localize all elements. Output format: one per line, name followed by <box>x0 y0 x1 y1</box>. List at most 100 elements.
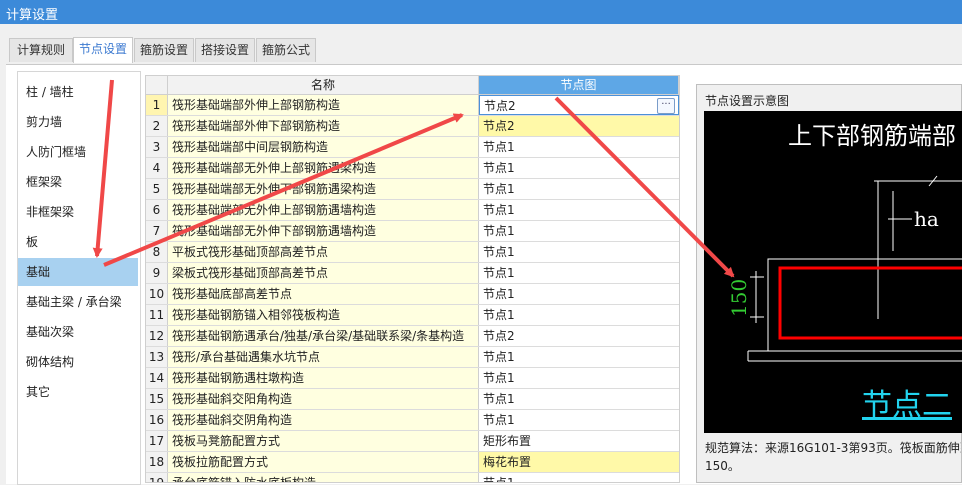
sidebar-item-frame-beam[interactable]: 框架梁 <box>18 168 138 196</box>
sidebar-item-foundation-secondary-beam[interactable]: 基础次梁 <box>18 318 138 346</box>
more-options-icon[interactable]: ··· <box>657 98 675 114</box>
node-diagram: 上下部钢筋端部 ha 150 节点二 <box>704 111 962 433</box>
table-row[interactable]: 19 承台底筋锚入防水底板构造 节点1 <box>146 473 679 482</box>
row-name-cell: 平板式筏形基础顶部高差节点 <box>168 242 479 262</box>
sidebar-item-civil-defense-door-wall[interactable]: 人防门框墙 <box>18 138 138 166</box>
row-node-cell[interactable]: 节点2 <box>479 326 679 346</box>
row-node-cell[interactable]: 节点1 <box>479 347 679 367</box>
sidebar-item-foundation-main-beam[interactable]: 基础主梁 / 承台梁 <box>18 288 138 316</box>
row-node-cell[interactable]: 节点1 <box>479 221 679 241</box>
table-row[interactable]: 7 筏形基础端部无外伸下部钢筋遇墙构造 节点1 <box>146 221 679 242</box>
diagram-rebar <box>778 266 962 340</box>
row-number: 11 <box>146 305 168 325</box>
row-node-value: 节点1 <box>483 350 515 364</box>
sidebar: 柱 / 墙柱 剪力墙 人防门框墙 框架梁 非框架梁 板 基础 基础主梁 / 承台… <box>17 71 141 485</box>
row-name-cell: 梁板式筏形基础顶部高差节点 <box>168 263 479 283</box>
row-number: 5 <box>146 179 168 199</box>
table-row[interactable]: 9 梁板式筏形基础顶部高差节点 节点1 <box>146 263 679 284</box>
row-node-value: 梅花布置 <box>483 455 532 469</box>
row-node-cell[interactable]: 节点1 <box>479 284 679 304</box>
row-node-cell[interactable]: 节点1 <box>479 368 679 388</box>
sidebar-item-masonry[interactable]: 砌体结构 <box>18 348 138 376</box>
row-node-cell[interactable]: 节点1 <box>479 263 679 283</box>
rule-note-line2: 150。 <box>705 459 740 473</box>
tab-node-settings[interactable]: 节点设置 <box>73 37 133 63</box>
row-number: 12 <box>146 326 168 346</box>
row-node-value: 节点1 <box>483 224 515 238</box>
row-number: 13 <box>146 347 168 367</box>
sidebar-item-column-wall[interactable]: 柱 / 墙柱 <box>18 78 138 106</box>
row-node-cell[interactable]: 节点1 <box>479 242 679 262</box>
row-number: 2 <box>146 116 168 136</box>
sidebar-item-foundation[interactable]: 基础 <box>18 258 138 286</box>
row-node-cell[interactable]: 矩形布置 <box>479 431 679 451</box>
row-node-cell[interactable]: 节点1 <box>479 200 679 220</box>
row-name-cell: 筏形基础端部无外伸上部钢筋遇梁构造 <box>168 158 479 178</box>
row-node-value: 节点2 <box>483 329 515 343</box>
row-node-cell[interactable]: 节点1 <box>479 410 679 430</box>
tab-stirrup-settings[interactable]: 箍筋设置 <box>134 38 194 62</box>
title-bar: 计算设置 <box>0 0 962 24</box>
row-name-cell: 筏形基础端部无外伸下部钢筋遇墙构造 <box>168 221 479 241</box>
row-name-cell: 筏形基础端部中间层钢筋构造 <box>168 137 479 157</box>
diagram-node-label: 节点二 <box>862 388 952 423</box>
table-row[interactable]: 5 筏形基础端部无外伸下部钢筋遇梁构造 节点1 <box>146 179 679 200</box>
row-number: 15 <box>146 389 168 409</box>
node-preview-panel: 节点设置示意图 上下部钢筋端部 ha 150 节点二 规范算法：来源16G101… <box>696 84 962 483</box>
table-row[interactable]: 11 筏形基础钢筋锚入相邻筏板构造 节点1 <box>146 305 679 326</box>
row-name-cell: 筏形基础端部外伸上部钢筋构造 <box>168 95 479 115</box>
row-node-value: 节点2 <box>483 119 515 133</box>
row-name-cell: 筏形/承台基础遇集水坑节点 <box>168 347 479 367</box>
row-node-cell[interactable]: 节点2 ··· <box>479 95 679 115</box>
table-row[interactable]: 15 筏形基础斜交阳角构造 节点1 <box>146 389 679 410</box>
table-row[interactable]: 1 筏形基础端部外伸上部钢筋构造 节点2 ··· <box>146 95 679 116</box>
tab-lap-settings[interactable]: 搭接设置 <box>195 38 255 62</box>
column-header-name[interactable]: 名称 <box>168 76 479 95</box>
row-name-cell: 筏形基础钢筋遇柱墩构造 <box>168 368 479 388</box>
tab-stirrup-formula[interactable]: 箍筋公式 <box>256 38 316 62</box>
row-number: 18 <box>146 452 168 472</box>
sidebar-item-slab[interactable]: 板 <box>18 228 138 256</box>
row-number: 8 <box>146 242 168 262</box>
column-header-node[interactable]: 节点图 <box>479 76 679 95</box>
row-node-cell[interactable]: 节点1 <box>479 473 679 482</box>
table-row[interactable]: 3 筏形基础端部中间层钢筋构造 节点1 <box>146 137 679 158</box>
row-number: 10 <box>146 284 168 304</box>
row-number: 4 <box>146 158 168 178</box>
row-node-value: 节点1 <box>483 245 515 259</box>
table-row[interactable]: 8 平板式筏形基础顶部高差节点 节点1 <box>146 242 679 263</box>
rule-note: 规范算法：来源16G101-3第93页。筏板面筋伸到 150。 <box>705 439 961 475</box>
row-node-value: 节点2 <box>484 99 516 113</box>
row-node-cell[interactable]: 节点1 <box>479 137 679 157</box>
diagram-heading: 上下部钢筋端部 <box>788 122 956 150</box>
table-row[interactable]: 6 筏形基础端部无外伸上部钢筋遇墙构造 节点1 <box>146 200 679 221</box>
table-row[interactable]: 16 筏形基础斜交阴角构造 节点1 <box>146 410 679 431</box>
row-node-cell[interactable]: 节点1 <box>479 158 679 178</box>
row-node-value: 节点1 <box>483 140 515 154</box>
sidebar-item-non-frame-beam[interactable]: 非框架梁 <box>18 198 138 226</box>
table-row[interactable]: 10 筏形基础底部高差节点 节点1 <box>146 284 679 305</box>
table-row[interactable]: 18 筏板拉筋配置方式 梅花布置 <box>146 452 679 473</box>
row-node-value: 节点1 <box>483 392 515 406</box>
table-row[interactable]: 4 筏形基础端部无外伸上部钢筋遇梁构造 节点1 <box>146 158 679 179</box>
table-row[interactable]: 2 筏形基础端部外伸下部钢筋构造 节点2 <box>146 116 679 137</box>
row-node-cell[interactable]: 节点1 <box>479 389 679 409</box>
row-number: 19 <box>146 473 168 482</box>
sidebar-item-shear-wall[interactable]: 剪力墙 <box>18 108 138 136</box>
row-number: 17 <box>146 431 168 451</box>
row-node-cell[interactable]: 节点2 <box>479 116 679 136</box>
table-row[interactable]: 17 筏板马凳筋配置方式 矩形布置 <box>146 431 679 452</box>
node-settings-grid: 名称 节点图 1 筏形基础端部外伸上部钢筋构造 节点2 ··· 2 筏形基础端部外伸下部钢… <box>145 75 680 483</box>
table-row[interactable]: 12 筏形基础钢筋遇承台/独基/承台梁/基础联系梁/条基构造 节点2 <box>146 326 679 347</box>
table-row[interactable]: 13 筏形/承台基础遇集水坑节点 节点1 <box>146 347 679 368</box>
row-node-value: 节点1 <box>483 308 515 322</box>
row-number: 9 <box>146 263 168 283</box>
row-number: 1 <box>146 95 168 115</box>
node-diagram-svg: 上下部钢筋端部 ha 150 节点二 <box>727 122 962 423</box>
tab-calc-rules[interactable]: 计算规则 <box>9 38 73 62</box>
sidebar-item-other[interactable]: 其它 <box>18 378 138 406</box>
table-row[interactable]: 14 筏形基础钢筋遇柱墩构造 节点1 <box>146 368 679 389</box>
row-node-cell[interactable]: 节点1 <box>479 179 679 199</box>
row-node-cell[interactable]: 梅花布置 <box>479 452 679 472</box>
row-node-cell[interactable]: 节点1 <box>479 305 679 325</box>
